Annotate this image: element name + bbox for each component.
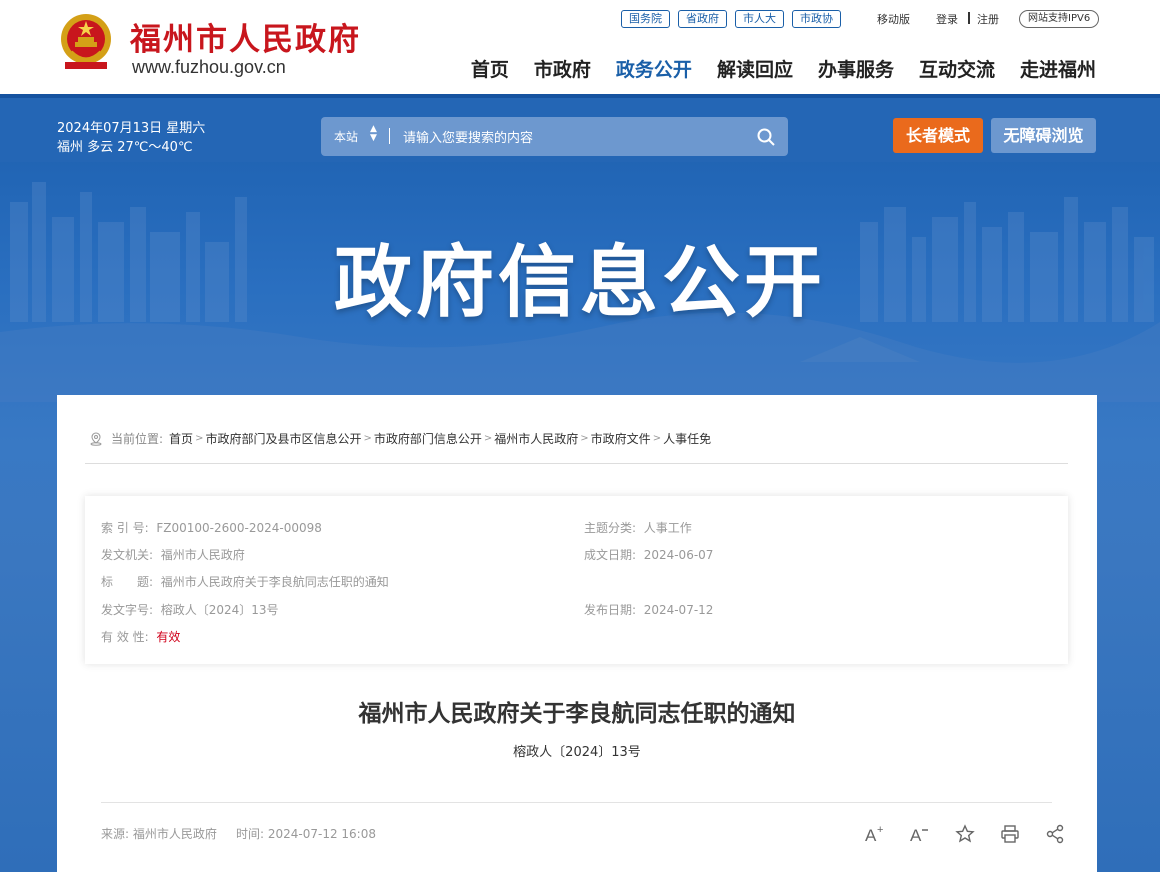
site-name[interactable]: 福州市人民政府 bbox=[130, 14, 361, 59]
link-provincial-government[interactable]: 省政府 bbox=[678, 10, 727, 28]
location-pin-icon bbox=[90, 431, 102, 446]
meta-written-date: 成文日期: 2024-06-07 bbox=[584, 546, 713, 563]
meta-value: 人事工作 bbox=[643, 521, 692, 535]
chevron-right-icon: > bbox=[483, 433, 493, 444]
search-divider bbox=[389, 128, 390, 144]
weather-text: 福州 多云 27℃～40℃ bbox=[57, 140, 193, 155]
meta-topic: 主题分类: 人事工作 bbox=[584, 519, 692, 536]
meta-value: FZ00100-2600-2024-00098 bbox=[156, 521, 322, 535]
meta-value: 榕政人〔2024〕13号 bbox=[160, 603, 279, 617]
nav-about-fuzhou[interactable]: 走进福州 bbox=[1020, 55, 1096, 82]
chevron-right-icon: > bbox=[580, 433, 589, 444]
breadcrumb-dept-county[interactable]: 市政府部门及县市区信息公开 bbox=[205, 430, 361, 447]
search-scope-select[interactable]: 本站 bbox=[334, 128, 358, 145]
hero-title: 政府信息公开 bbox=[333, 238, 826, 328]
breadcrumb-personnel[interactable]: 人事任免 bbox=[663, 430, 711, 447]
time-value: 2024-07-12 16:08 bbox=[267, 827, 376, 841]
breadcrumb: 当前位置: 首页 > 市政府部门及县市区信息公开 > 市政府部门信息公开 > 福… bbox=[89, 430, 711, 447]
meta-label: 发文机关: bbox=[101, 548, 154, 562]
meta-index: 索 引 号: FZ00100-2600-2024-00098 bbox=[101, 519, 322, 536]
nav-government[interactable]: 市政府 bbox=[534, 55, 591, 82]
star-icon[interactable] bbox=[942, 823, 987, 845]
breadcrumb-label: 当前位置: bbox=[111, 432, 164, 446]
nav-interpretation[interactable]: 解读回应 bbox=[717, 55, 793, 82]
meta-validity: 有 效 性: 有效 bbox=[101, 628, 180, 645]
source-info: 来源: 福州市人民政府 时间: 2024-07-12 16:08 bbox=[101, 825, 376, 842]
time-label: 时间: bbox=[235, 827, 265, 841]
meta-doc-number: 发文字号: 榕政人〔2024〕13号 bbox=[101, 601, 279, 618]
breadcrumb-home[interactable]: 首页 bbox=[169, 430, 193, 447]
register-link[interactable]: 注册 bbox=[977, 11, 999, 27]
meta-label: 有 效 性: bbox=[101, 630, 149, 644]
chevron-right-icon: > bbox=[363, 433, 372, 444]
mobile-version-link[interactable]: 移动版 bbox=[877, 11, 910, 27]
document-metadata: 索 引 号: FZ00100-2600-2024-00098 主题分类: 人事工… bbox=[85, 496, 1068, 664]
link-municipal-congress[interactable]: 市人大 bbox=[735, 10, 784, 28]
svg-text:A: A bbox=[865, 826, 877, 843]
document-number: 榕政人〔2024〕13号 bbox=[513, 745, 641, 760]
date-weather: 2024年07月13日 星期六 福州 多云 27℃～40℃ bbox=[57, 119, 205, 157]
link-state-council[interactable]: 国务院 bbox=[621, 10, 670, 28]
print-icon[interactable] bbox=[987, 823, 1032, 845]
divider bbox=[968, 12, 970, 24]
breadcrumb-municipal-gov[interactable]: 福州市人民政府 bbox=[494, 430, 578, 447]
top-links: 国务院 省政府 市人大 市政协 bbox=[621, 10, 841, 28]
login-link[interactable]: 登录 bbox=[936, 11, 958, 27]
utility-bar: 2024年07月13日 星期六 福州 多云 27℃～40℃ 本站 ▲ ▼ 请输入您… bbox=[0, 94, 1160, 162]
date-text: 2024年07月13日 星期六 bbox=[57, 121, 206, 136]
font-decrease-icon[interactable]: A bbox=[897, 823, 942, 845]
meta-label: 发文字号: bbox=[101, 603, 154, 617]
meta-value: 2024-07-12 bbox=[643, 603, 714, 617]
breadcrumb-gov-documents[interactable]: 市政府文件 bbox=[591, 430, 651, 447]
search-input[interactable]: 请输入您要搜索的内容 bbox=[403, 127, 533, 146]
source-value: 福州市人民政府 bbox=[132, 827, 217, 841]
article-tools: A + A bbox=[852, 823, 1077, 845]
ipv6-badge: 网站支持IPV6 bbox=[1019, 10, 1100, 28]
search-icon[interactable] bbox=[756, 127, 776, 147]
chevron-right-icon: > bbox=[195, 433, 204, 444]
chevron-updown-icon[interactable]: ▲ ▼ bbox=[370, 125, 377, 143]
nav-home[interactable]: 首页 bbox=[471, 55, 509, 82]
site-url: www.fuzhou.gov.cn bbox=[132, 57, 286, 77]
meta-label: 索 引 号: bbox=[101, 521, 149, 535]
accessibility-button[interactable]: 无障碍浏览 bbox=[991, 118, 1096, 153]
meta-title: 标 题: 福州市人民政府关于李良航同志任职的通知 bbox=[101, 573, 389, 590]
meta-value: 福州市人民政府 bbox=[160, 548, 245, 562]
meta-label: 标 题: bbox=[101, 575, 154, 589]
divider bbox=[85, 463, 1068, 464]
meta-label: 主题分类: bbox=[584, 521, 637, 535]
search-bar[interactable]: 本站 ▲ ▼ 请输入您要搜索的内容 bbox=[321, 117, 788, 156]
chevron-right-icon: > bbox=[652, 433, 662, 444]
meta-value: 福州市人民政府关于李良航同志任职的通知 bbox=[160, 575, 389, 589]
svg-text:A: A bbox=[910, 826, 922, 843]
validity-status: 有效 bbox=[156, 630, 181, 644]
share-icon[interactable] bbox=[1032, 823, 1077, 845]
content-card: 当前位置: 首页 > 市政府部门及县市区信息公开 > 市政府部门信息公开 > 福… bbox=[57, 395, 1097, 872]
main-nav: 首页 市政府 政务公开 解读回应 办事服务 互动交流 走进福州 bbox=[446, 55, 1096, 82]
meta-label: 发布日期: bbox=[584, 603, 637, 617]
meta-label: 成文日期: bbox=[584, 548, 637, 562]
meta-value: 2024-06-07 bbox=[643, 548, 714, 562]
meta-published-date: 发布日期: 2024-07-12 bbox=[584, 601, 713, 618]
nav-gov-affairs[interactable]: 政务公开 bbox=[616, 55, 692, 82]
meta-issuer: 发文机关: 福州市人民政府 bbox=[101, 546, 245, 563]
source-label: 来源: bbox=[101, 827, 130, 841]
nav-interaction[interactable]: 互动交流 bbox=[919, 55, 995, 82]
font-increase-icon[interactable]: A + bbox=[852, 823, 897, 845]
breadcrumb-dept-info[interactable]: 市政府部门信息公开 bbox=[374, 430, 482, 447]
nav-services[interactable]: 办事服务 bbox=[818, 55, 894, 82]
document-title: 福州市人民政府关于李良航同志任职的通知 bbox=[358, 701, 796, 727]
divider bbox=[101, 802, 1052, 803]
national-emblem-icon[interactable] bbox=[57, 12, 115, 72]
svg-text:+: + bbox=[877, 825, 883, 836]
link-municipal-cppcc[interactable]: 市政协 bbox=[792, 10, 841, 28]
site-header: 福州市人民政府 www.fuzhou.gov.cn 国务院 省政府 市人大 市政… bbox=[0, 0, 1160, 94]
elder-mode-button[interactable]: 长者模式 bbox=[893, 118, 983, 153]
